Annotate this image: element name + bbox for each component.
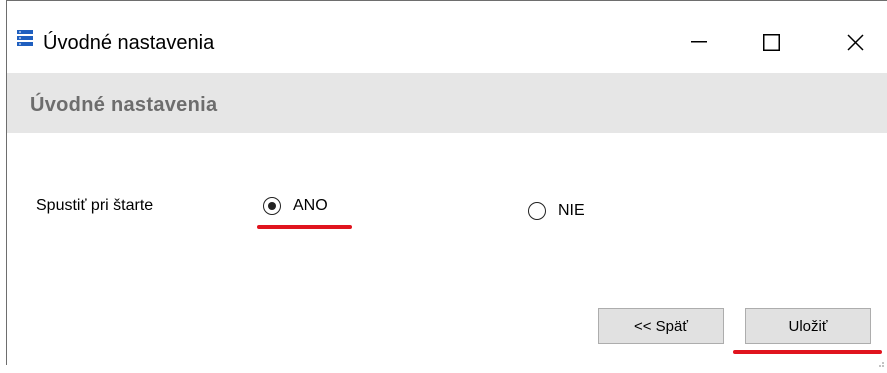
close-button[interactable] — [825, 17, 885, 67]
window-title: Úvodné nastavenia — [43, 32, 215, 54]
radio-nie-indicator[interactable] — [528, 202, 546, 220]
title-bar[interactable]: Úvodné nastavenia — [7, 1, 887, 73]
back-button[interactable]: << Späť — [598, 308, 724, 344]
ano-highlight-underline — [257, 225, 352, 229]
minimize-icon — [691, 41, 707, 43]
save-highlight-underline — [733, 350, 882, 354]
radio-ano[interactable]: ANO — [263, 196, 328, 216]
startup-label: Spustiť pri štarte — [36, 197, 154, 214]
save-button[interactable]: Uložiť — [745, 308, 871, 344]
radio-ano-label: ANO — [293, 197, 328, 214]
maximize-icon — [762, 33, 780, 51]
settings-window: Úvodné nastavenia Úvodné nastavenia Spus… — [6, 0, 887, 367]
page-header: Úvodné nastavenia — [7, 73, 887, 133]
maximize-button[interactable] — [741, 17, 801, 67]
resize-grip-icon[interactable] — [877, 355, 885, 367]
page-title: Úvodné nastavenia — [30, 94, 218, 116]
app-server-icon — [16, 29, 34, 47]
radio-ano-indicator[interactable] — [263, 197, 281, 215]
minimize-button[interactable] — [669, 17, 729, 67]
radio-nie-label: NIE — [558, 202, 585, 219]
radio-nie[interactable]: NIE — [528, 201, 585, 221]
close-icon — [846, 33, 864, 51]
